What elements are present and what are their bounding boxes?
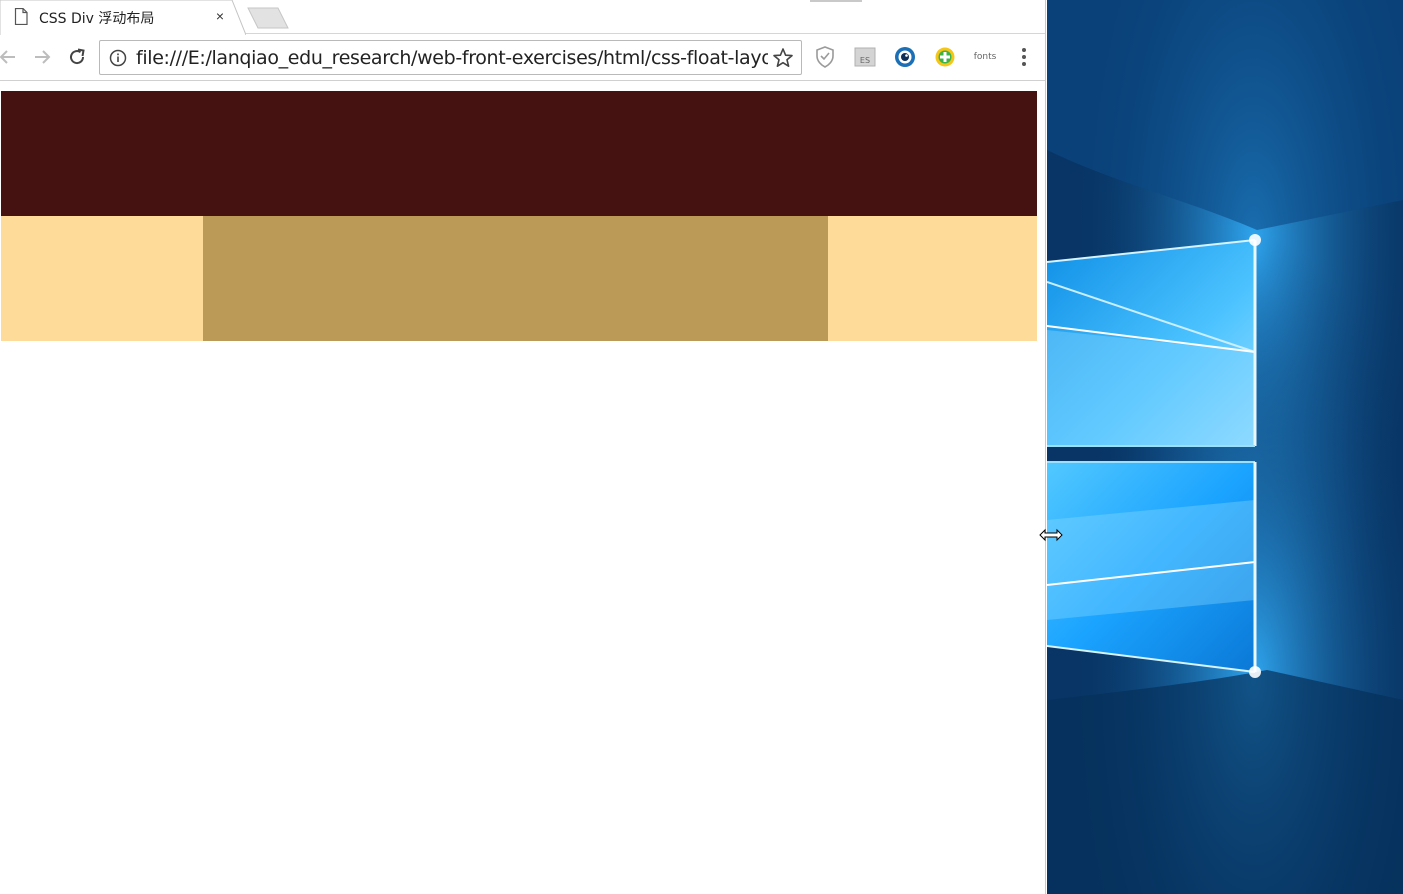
info-icon[interactable]	[109, 49, 127, 67]
plus-extension-icon[interactable]	[933, 45, 957, 69]
center-float-div	[203, 216, 828, 341]
reload-icon	[70, 48, 85, 65]
new-tab-button[interactable]	[246, 6, 290, 30]
menu-dot	[1022, 48, 1026, 52]
url-text[interactable]: file:///E:/lanqiao_edu_research/web-fron…	[136, 47, 768, 69]
bookmark-star-icon[interactable]	[772, 47, 794, 69]
header-div	[1, 91, 1037, 216]
tab-title: CSS Div 浮动布局	[39, 11, 155, 27]
resize-cursor-icon	[1039, 528, 1063, 542]
page-icon	[14, 7, 28, 26]
window-control-edge	[810, 0, 862, 2]
shield-extension-icon[interactable]	[813, 45, 837, 69]
browser-toolbar: file:///E:/lanqiao_edu_research/web-fron…	[0, 35, 1045, 81]
page-viewport	[0, 82, 1045, 894]
left-float-div	[1, 216, 203, 341]
browser-menu-icon[interactable]	[1012, 45, 1036, 69]
arrow-right-icon	[35, 50, 51, 64]
right-float-div	[828, 216, 1037, 341]
menu-dot	[1022, 62, 1026, 66]
back-button[interactable]	[0, 43, 22, 71]
fonts-extension-icon[interactable]: fonts	[968, 45, 1002, 69]
desktop-wallpaper	[1047, 0, 1403, 894]
tab-close-icon[interactable]: ×	[212, 7, 228, 25]
reload-button[interactable]	[63, 43, 91, 71]
tab-strip: CSS Div 浮动布局 ×	[0, 0, 1045, 35]
forward-button[interactable]	[28, 43, 56, 71]
windows-logo-wallpaper	[1047, 0, 1403, 894]
es-extension-label: ES	[860, 56, 870, 65]
menu-dot	[1022, 55, 1026, 59]
browser-window: CSS Div 浮动布局 × file:///E:/lanqiao_edu_re…	[0, 0, 1046, 894]
tab-active[interactable]: CSS Div 浮动布局 ×	[0, 0, 246, 35]
arrow-left-icon	[0, 50, 15, 64]
es-extension-icon[interactable]: ES	[853, 45, 877, 69]
eye-extension-icon[interactable]	[893, 45, 917, 69]
address-bar[interactable]: file:///E:/lanqiao_edu_research/web-fron…	[99, 40, 802, 75]
